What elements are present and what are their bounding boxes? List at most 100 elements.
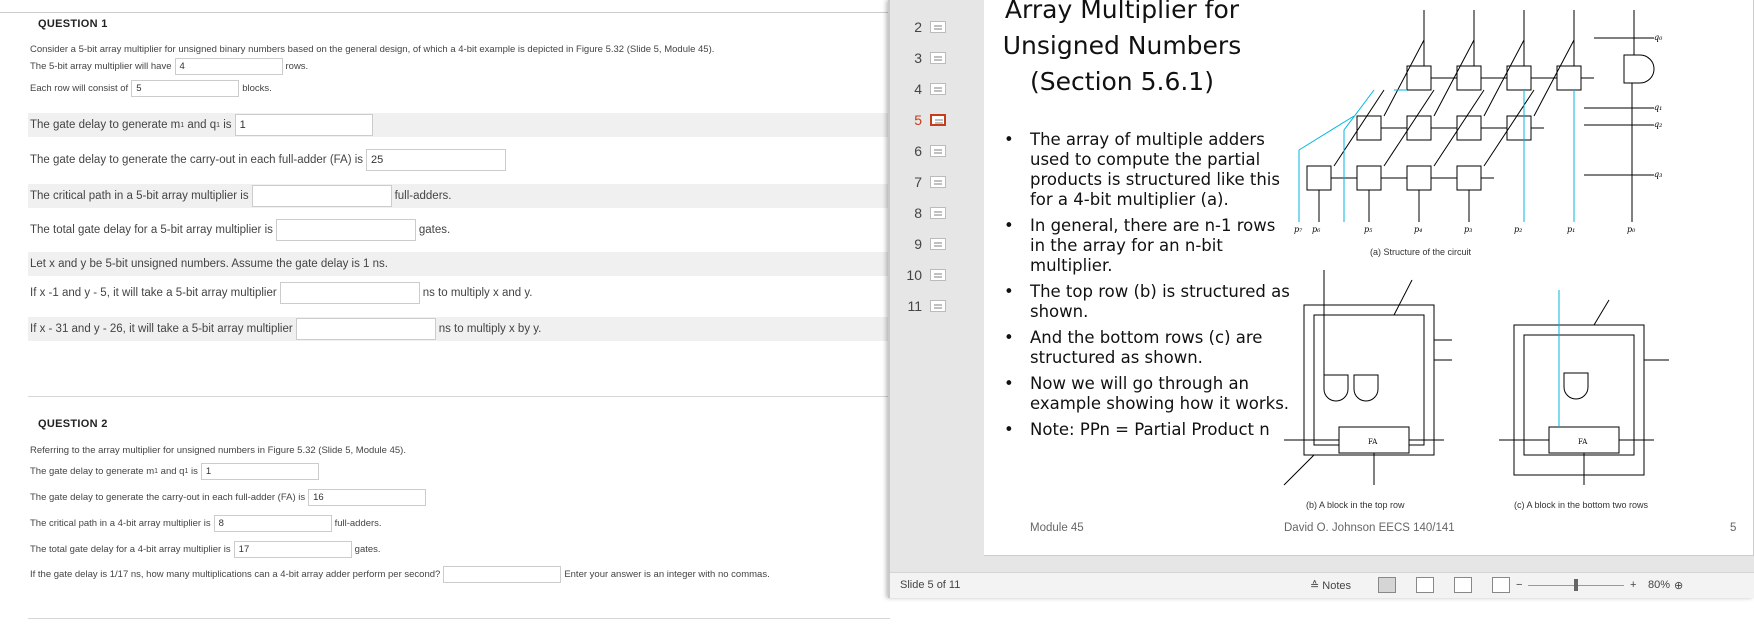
subscript: 1 (184, 468, 189, 475)
q1-critical-input[interactable] (251, 185, 392, 207)
zoom-slider-thumb[interactable] (1574, 579, 1578, 591)
footer-module: Module 45 (1030, 522, 1084, 534)
q2-total-suffix: gates. (354, 544, 381, 555)
q2-critical-line: The critical path in a 4-bit array multi… (30, 515, 382, 532)
q1-critical-suffix: full-adders. (394, 190, 452, 202)
q1-carry-line: The gate delay to generate the carry-out… (30, 149, 509, 171)
pp-label: p₁ (1567, 225, 1575, 234)
zoom-in-icon[interactable]: + (1630, 579, 1636, 591)
pp-label: p₃ (1464, 225, 1472, 234)
q2-gate-input[interactable]: 1 (200, 463, 319, 480)
slide-thumbnail-pane: 2 3 4 5 6 7 8 9 10 11 (890, 0, 952, 565)
slide-thumbnail-number: 7 (914, 174, 922, 190)
slide-thumbnail[interactable]: 7 (900, 171, 950, 193)
q2-gate-label-is: is (190, 466, 198, 477)
slide-thumbnail[interactable]: 4 (900, 78, 950, 100)
q1-blocks-suffix: blocks. (242, 83, 272, 94)
q1-carry-label: The gate delay to generate the carry-out… (30, 154, 364, 166)
slide-thumbnail[interactable]: 11 (900, 295, 950, 317)
pp-label: p₅ (1364, 225, 1373, 234)
footer-slide-number: 5 (1730, 522, 1737, 534)
slide-thumbnail-image (930, 269, 946, 281)
pp-label: p₀ (1627, 225, 1636, 234)
slide-thumbnail-number: 2 (914, 19, 922, 35)
slide-thumbnail[interactable]: 2 (900, 16, 950, 38)
pp-label: p₆ (1312, 225, 1321, 234)
pp-label: p₂ (1514, 225, 1522, 234)
slide-thumbnail[interactable]: 9 (900, 233, 950, 255)
q1-example1-input[interactable] (279, 282, 420, 304)
slide-thumbnail-number: 3 (914, 50, 922, 66)
slide-thumbnail-number: 6 (914, 143, 922, 159)
q2-intro: Referring to the array multiplier for un… (30, 445, 406, 456)
slide-thumbnail-image (930, 238, 946, 250)
slide-sorter-icon[interactable] (1416, 577, 1434, 593)
q-label: q₂ (1654, 120, 1662, 129)
fit-to-window-icon[interactable]: ⊕ (1674, 579, 1683, 592)
slide-thumbnail[interactable]: 3 (900, 47, 950, 69)
slide-thumbnail-image (930, 21, 946, 33)
q1-example2-input[interactable] (295, 318, 436, 340)
q1-blocks-line: Each row will consist of 5 blocks. (30, 80, 272, 97)
slideshow-icon[interactable] (1492, 577, 1510, 593)
q1-example2-label: If x - 31 and y - 26, it will take a 5-b… (30, 323, 293, 335)
bottom-row-block-diagram: FA (1499, 290, 1669, 485)
q1-rows-input[interactable]: 4 (174, 58, 283, 75)
q2-rate-suffix: Enter your answer is an integer with no … (564, 569, 770, 580)
slide-thumbnail-number: 5 (914, 112, 922, 128)
top-row-block-diagram: FA (1283, 270, 1452, 486)
fa-label: FA (1578, 438, 1588, 446)
zoom-level[interactable]: 80% (1648, 579, 1670, 591)
q1-example1-suffix: ns to multiply x and y. (422, 287, 533, 299)
slide-thumbnail-image (930, 176, 946, 188)
slide-thumbnail[interactable]: 8 (900, 202, 950, 224)
normal-view-icon[interactable] (1378, 577, 1396, 593)
slide-thumbnail-image (930, 145, 946, 157)
slide-thumbnail-number: 9 (914, 236, 922, 252)
bullet-item: And the bottom rows (c) are structured a… (1000, 328, 1290, 368)
q2-total-input[interactable]: 17 (233, 541, 352, 558)
caption-c: (c) A block in the bottom two rows (1514, 500, 1649, 510)
q2-rate-label: If the gate delay is 1/17 ns, how many m… (30, 569, 441, 580)
reading-view-icon[interactable] (1454, 577, 1472, 593)
notes-button[interactable]: ≙ Notes (1310, 579, 1351, 592)
bullet-item: In general, there are n-1 rows in the ar… (1000, 216, 1290, 276)
slide-thumbnail[interactable]: 10 (900, 264, 950, 286)
q1-total-input[interactable] (275, 219, 416, 241)
q2-critical-label: The critical path in a 4-bit array multi… (30, 518, 211, 529)
top-divider (0, 12, 890, 13)
q1-carry-input[interactable]: 25 (366, 149, 507, 171)
slide-thumbnail-image (930, 114, 946, 126)
status-bar: Slide 5 of 11 ≙ Notes − + 80% ⊕ (890, 572, 1754, 598)
bullet-item: Note: PPn = Partial Product n (1000, 420, 1290, 440)
q2-carry-input[interactable]: 16 (308, 489, 427, 506)
q1-blocks-input[interactable]: 5 (131, 80, 240, 97)
array-structure-diagram: p₇ p₆ p₅ p₄ p₃ p₂ p₁ p₀ q₀ q₁ q₂ q₃ (1294, 10, 1663, 234)
q2-total-label: The total gate delay for a 4-bit array m… (30, 544, 231, 555)
q2-critical-input[interactable]: 8 (213, 515, 332, 532)
bullet-item: The top row (b) is structured as shown. (1000, 282, 1290, 322)
q1-gate-label-is: is (223, 119, 232, 131)
subscript: 1 (180, 121, 185, 129)
question-divider (28, 396, 890, 397)
q1-assume-line: Let x and y be 5-bit unsigned numbers. A… (28, 252, 888, 276)
question-1-heading: QUESTION 1 (38, 18, 108, 30)
pp-label: p₄ (1414, 225, 1422, 234)
slide-thumbnail-image (930, 52, 946, 64)
q1-gate-input[interactable]: 1 (234, 114, 373, 136)
footer-author: David O. Johnson EECS 140/141 (1284, 522, 1455, 534)
subscript: 1 (154, 468, 159, 475)
slide-title: Array Multiplier for Unsigned Numbers (S… (1002, 0, 1242, 96)
q2-rate-input[interactable] (443, 566, 562, 583)
q1-rows-suffix: rows. (285, 61, 309, 72)
q1-example1-label: If x -1 and y - 5, it will take a 5-bit … (30, 287, 277, 299)
slide-thumbnail-number: 11 (907, 298, 922, 314)
bullet-item: Now we will go through an example showin… (1000, 374, 1290, 414)
slide-thumbnail[interactable]: 5 (900, 109, 950, 131)
q2-carry-label: The gate delay to generate the carry-out… (30, 492, 306, 503)
q-label: q₁ (1654, 103, 1662, 112)
caption-a: (a) Structure of the circuit (1370, 247, 1472, 257)
zoom-out-icon[interactable]: − (1516, 579, 1522, 591)
slide-thumbnail-image (930, 300, 946, 312)
slide-thumbnail[interactable]: 6 (900, 140, 950, 162)
